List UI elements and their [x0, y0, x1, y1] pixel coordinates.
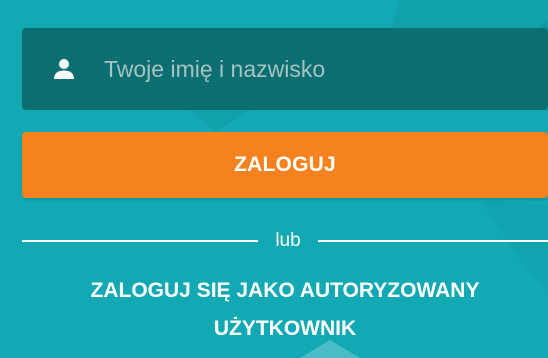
name-input[interactable]: [104, 48, 524, 90]
login-button[interactable]: ZALOGUJ: [22, 132, 548, 198]
login-panel: ZALOGUJ lub ZALOGUJ SIĘ JAKO AUTORYZOWAN…: [0, 0, 548, 358]
user-icon: [52, 57, 76, 81]
sso-login-link[interactable]: ZALOGUJ SIĘ JAKO AUTORYZOWANY UŻYTKOWNIK: [22, 272, 548, 348]
divider-text: lub: [275, 230, 301, 251]
divider-line-right: [318, 240, 548, 242]
divider-line-left: [22, 240, 258, 242]
